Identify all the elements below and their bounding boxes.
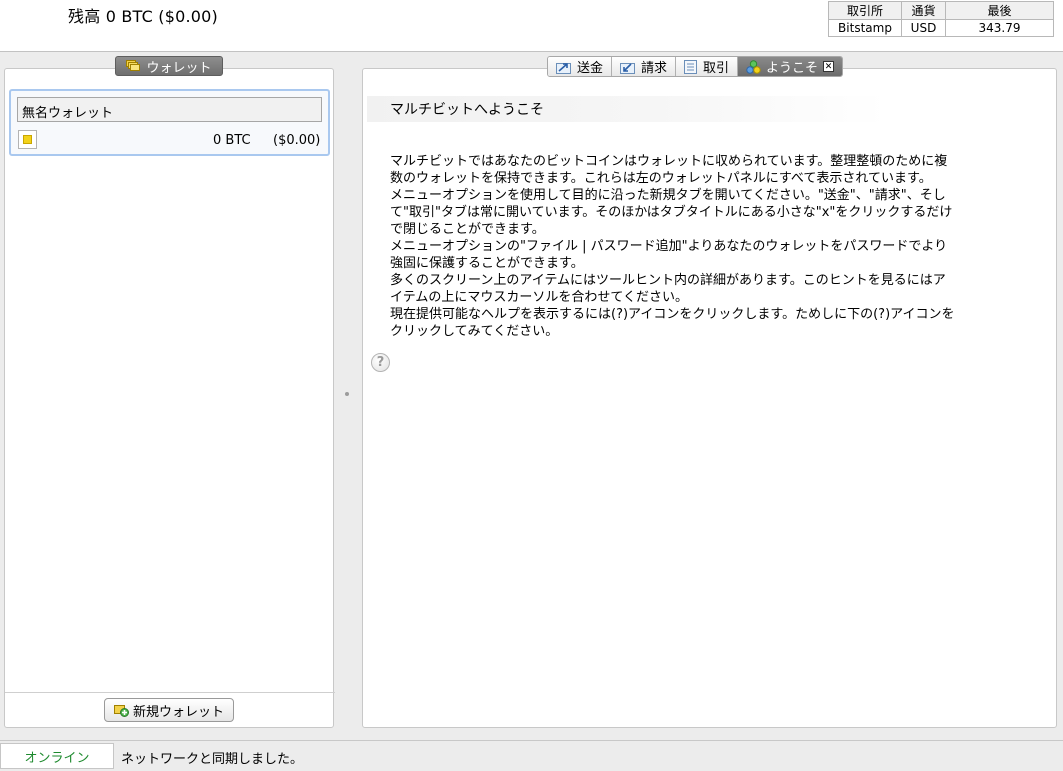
wallet-btc-balance: 0 BTC (213, 133, 251, 148)
wallet-panel-tab[interactable]: ウォレット (115, 56, 223, 76)
wallet-item[interactable]: 無名ウォレット 0 BTC ($0.00) (9, 89, 330, 156)
help-icon[interactable]: ? (371, 353, 390, 372)
divider (5, 692, 335, 693)
exchange-cell[interactable]: Bitstamp (828, 19, 902, 37)
tab-welcome[interactable]: ようこそ ✕ (738, 57, 843, 76)
splitter-handle[interactable] (345, 392, 349, 396)
welcome-line: 多くのスクリーン上のアイテムにはツールヒント内の詳細があります。このヒントを見る… (390, 273, 946, 288)
transactions-icon (684, 59, 698, 74)
balance-display: 残高 0 BTC ($0.00) (68, 3, 218, 27)
exchange-rate-table: 取引所 通貨 最後 Bitstamp USD 343.79 (828, 1, 1054, 37)
column-header-currency: 通貨 (901, 1, 946, 20)
status-message: ネットワークと同期しました。 (121, 752, 304, 767)
add-wallet-icon (113, 704, 129, 717)
new-wallet-label: 新規ウォレット (132, 704, 224, 720)
balance-label: 残高 (68, 7, 101, 26)
status-bar: オンライン ネットワークと同期しました。 (0, 740, 1063, 771)
tab-bar: 送金 請求 取引 ようこそ ✕ (547, 56, 844, 77)
table-row: Bitstamp USD 343.79 (828, 19, 1054, 37)
column-header-last: 最後 (945, 1, 1054, 20)
send-icon (556, 60, 572, 74)
tab-request-label: 請求 (641, 61, 668, 76)
wallets-icon (126, 60, 141, 72)
balance-fiat: ($0.00) (158, 7, 218, 26)
wallet-panel-tab-label: ウォレット (146, 60, 212, 76)
column-header-exchange: 取引所 (828, 1, 902, 20)
tab-transactions-label: 取引 (703, 61, 730, 76)
welcome-line: イテムの上にマウスカーソルを合わせてください。 (390, 290, 688, 305)
header: 残高 0 BTC ($0.00) 取引所 通貨 最後 Bitstamp USD … (0, 0, 1063, 52)
tab-send[interactable]: 送金 (548, 57, 613, 76)
tab-send-label: 送金 (577, 61, 604, 76)
welcome-line: 現在提供可能なヘルプを表示するには(?)アイコンをクリックします。ためしに下の(… (390, 307, 955, 322)
tab-request[interactable]: 請求 (612, 57, 677, 76)
wallet-selected-indicator (18, 130, 37, 149)
balance-btc: 0 BTC (105, 7, 153, 26)
wallet-dot-icon (23, 135, 32, 144)
welcome-line: メニューオプションの"ファイル | パスワード追加"よりあなたのウォレットをパス… (390, 239, 948, 254)
welcome-line: クリックしてみてください。 (390, 324, 559, 339)
tab-welcome-label: ようこそ (766, 61, 819, 76)
welcome-line: 強固に保護することができます。 (390, 256, 584, 271)
welcome-title: マルチビットへようこそ (390, 102, 544, 118)
welcome-icon (746, 59, 761, 74)
welcome-line: て"取引"タブは常に開いています。そのほかはタブタイトルにある小さな"x"をクリ… (390, 205, 953, 220)
wallet-panel (4, 68, 334, 728)
welcome-message: マルチビットではあなたのビットコインはウォレットに収められています。整理整頓のた… (390, 153, 1002, 340)
welcome-line: マルチビットではあなたのビットコインはウォレットに収められています。整理整頓のた… (390, 154, 948, 169)
wallet-fiat-balance: ($0.00) (273, 133, 321, 148)
welcome-line: 数のウォレットを保持できます。これらは左のウォレットパネルにすべて表示されていま… (390, 171, 932, 186)
wallet-name-field[interactable]: 無名ウォレット (17, 97, 322, 122)
welcome-line: で閉じることができます。 (390, 222, 545, 237)
welcome-line: メニューオプションを使用して目的に沿った新規タブを開いてください。"送金"、"請… (390, 188, 946, 203)
close-icon[interactable]: ✕ (823, 61, 835, 72)
new-wallet-button[interactable]: 新規ウォレット (104, 698, 234, 722)
last-price-cell: 343.79 (945, 19, 1054, 37)
tab-transactions[interactable]: 取引 (676, 57, 739, 76)
currency-cell[interactable]: USD (901, 19, 946, 37)
request-icon (620, 60, 636, 74)
online-status-badge: オンライン (0, 743, 114, 769)
